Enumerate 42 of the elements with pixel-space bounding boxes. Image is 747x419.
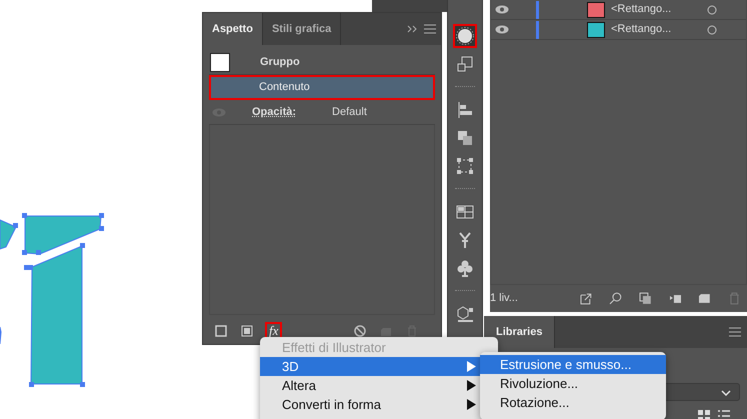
appearance-icon[interactable] [455,26,475,46]
row-value: Default [332,104,367,120]
fill-swatch [210,52,230,72]
layer-name[interactable]: <Rettango... [611,1,707,18]
appearance-row[interactable]: Opacità: Default [209,100,435,125]
layer-color-bar [536,20,539,38]
eye-icon[interactable] [495,25,509,34]
row-label[interactable]: Opacità: [252,104,296,120]
menu-item[interactable]: Estrusione e smusso... [480,355,666,374]
search-icon[interactable] [609,292,622,304]
club-icon[interactable] [455,258,475,278]
grid-view-icon[interactable] [698,410,710,419]
fx-button[interactable]: fx [267,324,280,338]
eye-icon[interactable] [495,5,509,14]
menu-item[interactable]: Rotazione... [480,393,666,412]
fill-icon[interactable] [241,325,253,337]
stroke-icon[interactable] [215,325,227,337]
layer-name[interactable]: <Rettango... [611,21,707,38]
pathfinder-icon[interactable] [455,128,475,148]
layer-count: 1 liv... [490,290,519,306]
panel-tab[interactable]: Aspetto [203,13,263,45]
submenu-arrow-icon [467,361,476,372]
row-label: Contenuto [259,80,310,95]
export-icon[interactable] [579,292,592,304]
menu-item[interactable]: Rivoluzione... [480,374,666,393]
new-layer-icon[interactable] [698,292,712,304]
row-label: Gruppo [260,54,300,70]
cube-icon[interactable] [455,304,475,324]
menu-icon[interactable] [424,24,436,34]
bounding-box-icon[interactable] [455,156,475,176]
submenu-arrow-icon [467,380,476,391]
collapse-icon[interactable] [407,25,418,33]
menu-icon[interactable] [729,327,741,337]
chevron-down-icon[interactable] [721,390,731,396]
transform-icon[interactable] [455,54,475,74]
list-view-icon[interactable] [718,410,730,419]
submenu-arrow-icon [467,399,476,410]
layer-color-bar [536,0,539,18]
panel-tab[interactable]: Libraries [484,316,556,348]
appearance-row[interactable]: Contenuto [209,75,435,100]
clipping-mask-icon[interactable] [638,292,652,304]
clear-icon[interactable] [354,325,366,337]
